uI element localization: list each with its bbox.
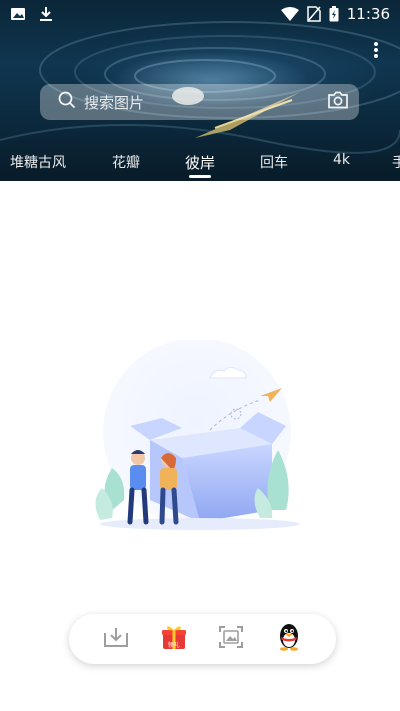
- tab-bian[interactable]: 彼岸: [185, 152, 215, 173]
- gift-icon: [161, 624, 187, 654]
- more-dot: [374, 54, 378, 58]
- download-icon: [103, 625, 129, 653]
- camera-icon[interactable]: [327, 91, 349, 113]
- download-notification-icon: [38, 6, 54, 22]
- tab-huiche[interactable]: 回车: [260, 152, 288, 172]
- gift-label: 领礼: [167, 642, 180, 649]
- download-button[interactable]: [100, 623, 132, 655]
- tab-4k[interactable]: 4k: [333, 152, 350, 168]
- more-dot: [374, 42, 378, 46]
- tab-duitang-gufeng[interactable]: 堆糖古风: [10, 152, 66, 172]
- bottom-dock: 领礼: [69, 614, 336, 664]
- search-placeholder: 搜索图片: [84, 93, 145, 112]
- clock-time: 11:36: [346, 5, 390, 23]
- status-bar: 11:36: [0, 0, 400, 28]
- image-scan-button[interactable]: [215, 623, 247, 655]
- tab-huaban[interactable]: 花瓣: [112, 152, 140, 172]
- tab-shou[interactable]: 手: [392, 152, 400, 172]
- search-bar[interactable]: 搜索图片: [40, 84, 359, 120]
- wifi-icon: [280, 7, 299, 21]
- category-tabs: 堆糖古风 花瓣 彼岸 回车 4k 手: [0, 146, 400, 180]
- gift-button[interactable]: 领礼: [158, 623, 190, 655]
- app-screen: 11:36 搜索图片 堆糖古风 花瓣 彼岸 回车 4k 手 领礼: [0, 0, 400, 711]
- qq-penguin-icon: [277, 623, 301, 655]
- image-notification-icon: [10, 6, 26, 22]
- battery-charging-icon: [329, 6, 339, 22]
- active-tab-indicator: [189, 175, 211, 178]
- image-scan-icon: [218, 625, 244, 653]
- more-dot: [374, 48, 378, 52]
- no-sim-icon: [307, 6, 321, 22]
- qq-button[interactable]: [273, 623, 305, 655]
- more-options-button[interactable]: [370, 40, 382, 60]
- search-icon: [58, 91, 76, 113]
- empty-state-illustration: [90, 338, 310, 540]
